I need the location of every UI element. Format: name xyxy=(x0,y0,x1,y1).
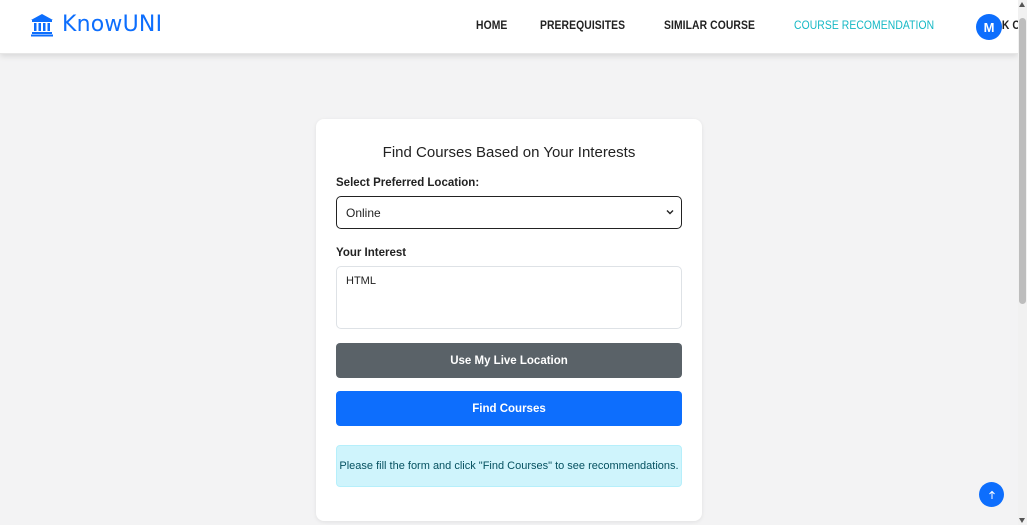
use-live-location-button[interactable]: Use My Live Location xyxy=(336,343,682,378)
navbar: KnowUNI HOME PREREQUISITES SIMILAR COURS… xyxy=(0,0,1027,54)
brand-logo[interactable]: KnowUNI xyxy=(30,12,162,37)
nav-item-prerequisites[interactable]: PREREQUISITES xyxy=(540,20,625,32)
form-title: Find Courses Based on Your Interests xyxy=(382,144,636,161)
interest-textarea[interactable]: HTML xyxy=(336,266,682,329)
user-avatar[interactable]: M xyxy=(976,14,1002,40)
back-to-top-button[interactable] xyxy=(979,482,1004,507)
find-courses-button[interactable]: Find Courses xyxy=(336,391,682,426)
nav-item-course-recommendation[interactable]: COURSE RECOMENDATION xyxy=(794,20,934,32)
arrow-up-icon xyxy=(988,490,995,499)
interest-label: Your Interest xyxy=(336,247,407,259)
info-alert-text: Please fill the form and click "Find Cou… xyxy=(339,460,679,472)
location-select[interactable]: Online xyxy=(336,196,682,229)
scrollbar-thumb[interactable] xyxy=(1019,18,1026,304)
university-icon xyxy=(31,13,53,36)
recommendation-form-card: Find Courses Based on Your Interests Sel… xyxy=(316,119,702,521)
brand-name: KnowUNI xyxy=(62,12,163,37)
nav-item-home[interactable]: HOME xyxy=(476,20,507,32)
location-label: Select Preferred Location: xyxy=(336,177,480,189)
info-alert: Please fill the form and click "Find Cou… xyxy=(336,445,682,487)
scroll-up-arrow-icon[interactable] xyxy=(1019,2,1025,7)
nav-item-similar-course[interactable]: SIMILAR COURSE xyxy=(664,20,755,32)
chevron-down-icon xyxy=(666,210,674,215)
location-select-value: Online xyxy=(346,205,381,220)
page-scrollbar[interactable] xyxy=(1018,0,1027,525)
nav-links: HOME PREREQUISITES SIMILAR COURSE COURSE… xyxy=(476,20,1027,32)
scroll-down-arrow-icon[interactable] xyxy=(1019,518,1025,523)
